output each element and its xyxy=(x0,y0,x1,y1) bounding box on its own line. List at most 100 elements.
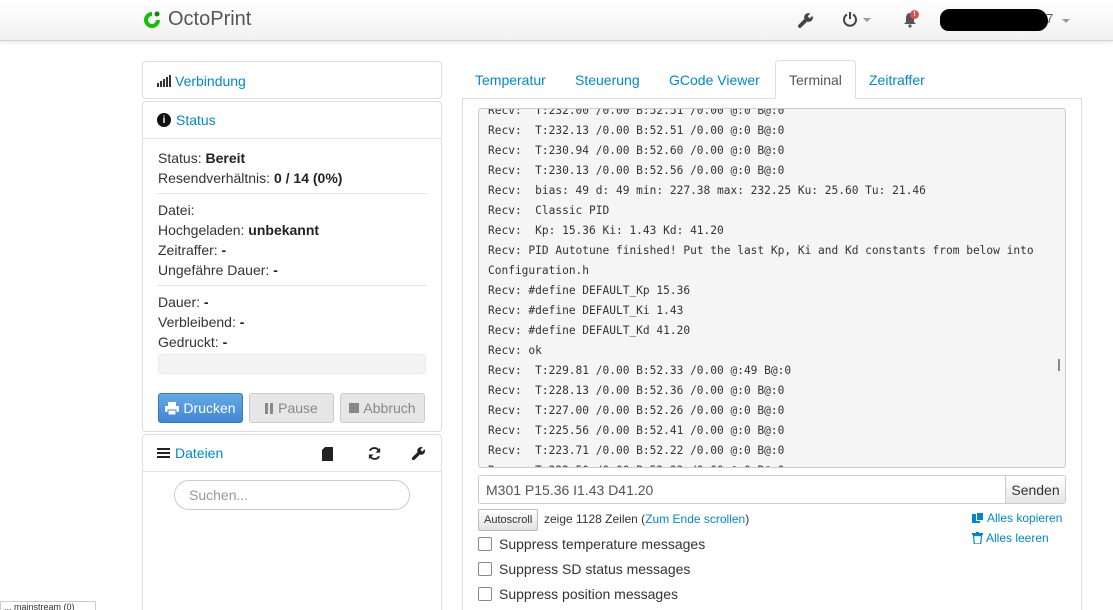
tab-label: Steuerung xyxy=(575,72,640,88)
octoprint-logo-icon xyxy=(142,10,162,30)
terminal-line: Recv: T:227.00 /0.00 B:52.26 /0.00 @:0 B… xyxy=(488,404,785,417)
printer-icon xyxy=(165,401,180,415)
files-header[interactable]: Dateien xyxy=(143,435,441,472)
suppress-temperature-option[interactable]: Suppress temperature messages xyxy=(478,536,705,552)
terminal-line: Recv: Classic PID xyxy=(488,204,610,217)
copy-all-label: Alles kopieren xyxy=(987,511,1063,525)
terminal-line: Recv: T:229.81 /0.00 B:52.33 /0.00 @:49 … xyxy=(488,364,792,377)
chevron-down-icon xyxy=(1061,19,1070,23)
connection-title: Verbindung xyxy=(175,72,246,89)
notification-badge: ! xyxy=(910,9,919,19)
clear-all-link[interactable]: Alles leeren xyxy=(972,531,1049,545)
terminal-line: Recv: T:222.50 /0.00 B:52.33 /0.00 @:0 B… xyxy=(488,461,1034,467)
suppress-temperature-label: Suppress temperature messages xyxy=(499,536,706,552)
file-search-placeholder: Suchen... xyxy=(189,487,249,503)
sd-card-icon[interactable] xyxy=(322,447,333,464)
scroll-to-end-link[interactable]: Zum Ende scrollen xyxy=(645,512,745,526)
terminal-line: Recv: T:228.13 /0.00 B:52.36 /0.00 @:0 B… xyxy=(488,384,785,397)
terminal-line: Recv: T:225.56 /0.00 B:52.41 /0.00 @:0 B… xyxy=(488,424,785,437)
command-input-value: M301 P15.36 I1.43 D41.20 xyxy=(486,481,654,498)
command-input[interactable]: M301 P15.36 I1.43 D41.20 xyxy=(478,475,1006,504)
notifications[interactable]: ! xyxy=(903,9,919,31)
info-icon: i xyxy=(157,113,171,127)
terminal-line: Recv: T:230.13 /0.00 B:52.56 /0.00 @:0 B… xyxy=(488,164,785,177)
settings-wrench-icon[interactable] xyxy=(797,10,814,30)
connection-header[interactable]: Verbindung xyxy=(143,62,441,99)
status-duration: Dauer: - xyxy=(158,294,209,310)
send-button[interactable]: Senden xyxy=(1005,475,1066,504)
status-approx-duration: Ungefähre Dauer: - xyxy=(158,262,278,278)
status-header[interactable]: i Status xyxy=(143,102,441,139)
print-button[interactable]: Drucken xyxy=(158,393,243,423)
divider xyxy=(157,285,427,286)
bell-icon: ! xyxy=(903,9,919,31)
file-search-input[interactable]: Suchen... xyxy=(174,480,410,510)
terminal-output[interactable]: Recv: T:232.00 /0.00 B:52.51 /0.00 @:0 B… xyxy=(478,108,1066,468)
pause-button-label: Pause xyxy=(278,400,318,416)
signal-icon xyxy=(157,74,171,87)
tab-label: GCode Viewer xyxy=(669,72,760,88)
terminal-line: Recv: T:232.13 /0.00 B:52.51 /0.00 @:0 B… xyxy=(488,124,785,137)
tab-temperature[interactable]: Temperatur xyxy=(462,60,559,100)
terminal-line: Recv: T:230.94 /0.00 B:52.60 /0.00 @:0 B… xyxy=(488,144,785,157)
suppress-sd-checkbox[interactable] xyxy=(478,562,492,576)
wrench-icon[interactable] xyxy=(411,446,426,464)
terminal-line: Recv: PID Autotune finished! Put the las… xyxy=(488,244,1034,257)
send-button-label: Senden xyxy=(1011,481,1060,498)
cancel-button-label: Abbruch xyxy=(363,400,416,416)
copy-icon xyxy=(972,512,985,524)
files-title: Dateien xyxy=(175,445,224,461)
suppress-position-label: Suppress position messages xyxy=(499,586,678,602)
suppress-temperature-checkbox[interactable] xyxy=(478,537,492,551)
status-timelapse: Zeitraffer: - xyxy=(158,242,227,258)
tab-timelapse[interactable]: Zeitraffer xyxy=(856,60,938,100)
suppress-sd-option[interactable]: Suppress SD status messages xyxy=(478,561,690,577)
status-title: Status xyxy=(176,112,216,128)
print-progress-bar xyxy=(158,354,426,374)
terminal-lines: Recv: T:232.00 /0.00 B:52.51 /0.00 @:0 B… xyxy=(488,109,1034,467)
cancel-button[interactable]: Abbruch xyxy=(340,393,425,423)
user-name-tail: 7 xyxy=(1046,11,1054,26)
terminal-line: Recv: #define DEFAULT_Kp 15.36 xyxy=(488,284,691,297)
list-icon xyxy=(157,448,170,458)
connection-panel: Verbindung xyxy=(142,61,442,99)
redacted-username[interactable] xyxy=(940,9,1048,31)
files-panel: Dateien Suchen... xyxy=(142,434,442,610)
status-state: Status: Bereit xyxy=(158,150,246,166)
refresh-icon[interactable] xyxy=(367,446,382,464)
navbar: OctoPrint ! 7 xyxy=(0,0,1113,41)
status-file: Datei: xyxy=(158,202,195,218)
suppress-sd-label: Suppress SD status messages xyxy=(499,561,691,577)
tab-label: Zeitraffer xyxy=(869,72,925,88)
terminal-line: Recv: T:223.71 /0.00 B:52.22 /0.00 @:0 B… xyxy=(488,444,785,457)
tab-label: Terminal xyxy=(789,71,842,88)
pause-icon xyxy=(265,402,274,414)
terminal-line: Recv: Kp: 15.36 Ki: 1.43 Kd: 41.20 xyxy=(488,224,724,237)
tab-terminal[interactable]: Terminal xyxy=(775,60,856,99)
brand-name: OctoPrint xyxy=(168,8,252,30)
suppress-position-checkbox[interactable] xyxy=(478,587,492,601)
status-remaining: Verbleibend: - xyxy=(158,314,245,330)
tab-gcode-viewer[interactable]: GCode Viewer xyxy=(656,60,773,100)
brand[interactable]: OctoPrint xyxy=(142,8,251,31)
chevron-down-icon xyxy=(863,18,871,22)
divider xyxy=(157,193,427,194)
trash-icon xyxy=(972,532,983,544)
scrollbar[interactable] xyxy=(1058,359,1060,371)
status-resend: Resendverhältnis: 0 / 14 (0%) xyxy=(158,170,343,186)
user-menu[interactable]: 7 xyxy=(1046,11,1070,26)
autoscroll-button[interactable]: Autoscroll xyxy=(478,509,539,531)
clear-all-label: Alles leeren xyxy=(986,531,1049,545)
terminal-line: Configuration.h xyxy=(488,264,590,277)
suppress-position-option[interactable]: Suppress position messages xyxy=(478,586,678,602)
copy-all-link[interactable]: Alles kopieren xyxy=(972,511,1062,525)
status-uploaded: Hochgeladen: unbekannt xyxy=(158,222,320,238)
terminal-line: Recv: ok xyxy=(488,344,542,357)
pause-button[interactable]: Pause xyxy=(249,393,334,423)
terminal-line: Recv: #define DEFAULT_Ki 1.43 xyxy=(488,304,684,317)
print-button-label: Drucken xyxy=(183,400,236,416)
power-menu[interactable] xyxy=(842,10,871,30)
terminal-line: Recv: bias: 49 d: 49 min: 227.38 max: 23… xyxy=(488,184,926,197)
terminal-line: Recv: #define DEFAULT_Kd 41.20 xyxy=(488,324,691,337)
tab-control[interactable]: Steuerung xyxy=(562,60,653,100)
